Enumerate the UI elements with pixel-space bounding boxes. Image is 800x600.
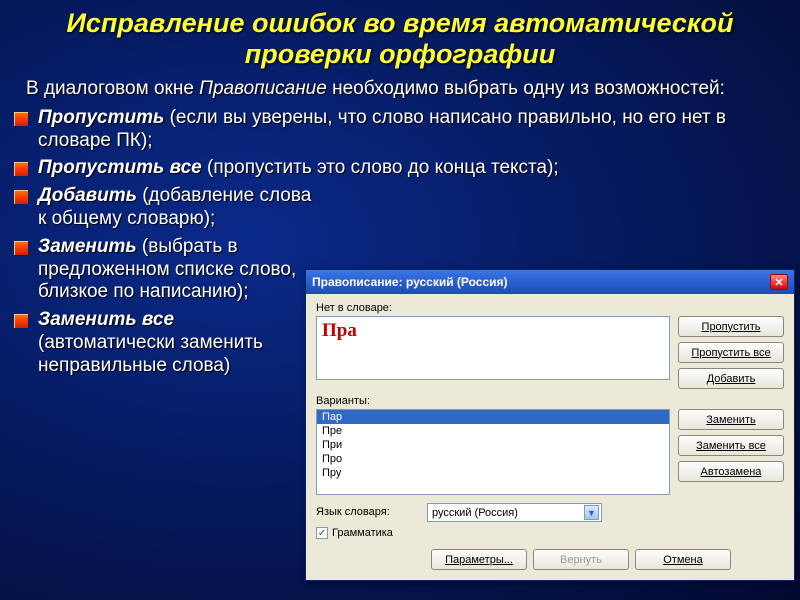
list-item: Пропустить все (пропустить это слово до …: [14, 155, 786, 183]
list-item: Заменить (выбрать в предложенном списке …: [14, 234, 314, 307]
item-bold: Пропустить все: [38, 157, 202, 178]
variant-option[interactable]: Пар: [317, 410, 669, 424]
skip-button[interactable]: Пропустить: [678, 316, 784, 337]
grammar-checkbox[interactable]: ✓ Грамматика: [316, 527, 784, 539]
chevron-down-icon[interactable]: ▼: [584, 505, 599, 520]
variant-option[interactable]: При: [317, 438, 669, 452]
language-dropdown[interactable]: русский (Россия) ▼: [427, 503, 602, 522]
dialog-title: Правописание: русский (Россия): [312, 275, 508, 289]
list-item: Заменить все (автоматически заменить неп…: [14, 307, 314, 380]
intro-suffix: необходимо выбрать одну из возможностей:: [327, 78, 725, 99]
cancel-button[interactable]: Отмена: [635, 549, 731, 570]
revert-button: Вернуть: [533, 549, 629, 570]
variant-option[interactable]: Пре: [317, 424, 669, 438]
checkbox-icon[interactable]: ✓: [316, 527, 328, 539]
item-bold: Заменить: [38, 236, 137, 257]
autoreplace-button[interactable]: Автозамена: [678, 461, 784, 482]
item-rest: (пропустить это слово до конца текста);: [202, 157, 559, 178]
item-bold: Добавить: [38, 185, 137, 206]
item-bold: Заменить все: [38, 309, 174, 330]
spellcheck-dialog: Правописание: русский (Россия) ✕ Нет в с…: [305, 269, 795, 581]
label-not-in-dict: Нет в словаре:: [316, 302, 670, 314]
bullet-icon: [14, 112, 28, 126]
bullet-icon: [14, 190, 28, 204]
skip-all-button[interactable]: Пропустить все: [678, 342, 784, 363]
replace-button[interactable]: Заменить: [678, 409, 784, 430]
item-bold: Пропустить: [38, 107, 164, 128]
grammar-label: Грамматика: [332, 527, 393, 539]
language-value: русский (Россия): [432, 507, 518, 519]
list-item: Пропустить (если вы уверены, что слово н…: [14, 105, 786, 156]
bullet-icon: [14, 314, 28, 328]
intro-text: В диалоговом окне Правописание необходим…: [0, 76, 800, 105]
misspelled-word: Пра: [322, 320, 357, 341]
not-in-dict-textbox[interactable]: Пра: [316, 316, 670, 380]
intro-em: Правописание: [199, 78, 327, 99]
variants-listbox[interactable]: Пар Пре При Про Пру: [316, 409, 670, 495]
params-button[interactable]: Параметры...: [431, 549, 527, 570]
slide-title: Исправление ошибок во время автоматическ…: [0, 0, 800, 76]
add-button[interactable]: Добавить: [678, 368, 784, 389]
close-icon[interactable]: ✕: [770, 274, 788, 290]
label-lang: Язык словаря:: [316, 506, 421, 518]
variant-option[interactable]: Пру: [317, 466, 669, 480]
item-rest: (автоматически заменить неправильные сло…: [38, 332, 263, 376]
label-variants: Варианты:: [316, 395, 670, 407]
variant-option[interactable]: Про: [317, 452, 669, 466]
intro-prefix: В диалоговом окне: [26, 78, 199, 99]
list-item: Добавить (добавление слова к общему слов…: [14, 183, 314, 234]
dialog-titlebar[interactable]: Правописание: русский (Россия) ✕: [306, 270, 794, 294]
bullet-icon: [14, 162, 28, 176]
replace-all-button[interactable]: Заменить все: [678, 435, 784, 456]
bullet-icon: [14, 241, 28, 255]
